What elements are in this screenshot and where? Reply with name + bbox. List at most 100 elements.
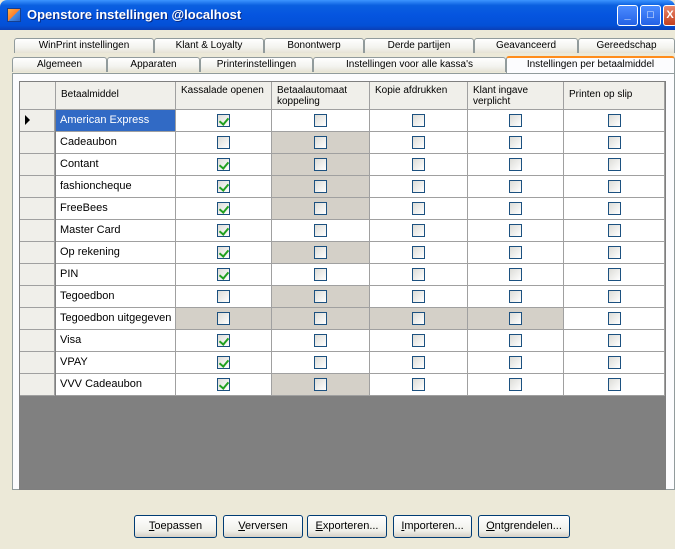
checkbox[interactable] xyxy=(412,136,425,149)
close-button[interactable]: X xyxy=(663,5,675,26)
payment-method-name[interactable]: PIN xyxy=(56,264,176,286)
checkbox[interactable] xyxy=(509,136,522,149)
column-header-printen-op-slip[interactable]: Printen op slip xyxy=(564,82,665,110)
payment-method-name[interactable]: VPAY xyxy=(56,352,176,374)
checkbox[interactable] xyxy=(509,158,522,171)
column-header-kopie-afdrukken[interactable]: Kopie afdrukken xyxy=(370,82,468,110)
checkbox[interactable] xyxy=(509,114,522,127)
checkbox[interactable] xyxy=(509,290,522,303)
row-header[interactable] xyxy=(20,110,55,132)
payment-method-name[interactable]: fashioncheque xyxy=(56,176,176,198)
checkbox[interactable] xyxy=(509,378,522,391)
checkbox[interactable] xyxy=(217,202,230,215)
table-row[interactable]: PIN xyxy=(20,264,665,286)
row-header[interactable] xyxy=(20,242,55,264)
checkbox[interactable] xyxy=(608,202,621,215)
tab-instellingen-per-betaalmiddel[interactable]: Instellingen per betaalmiddel xyxy=(506,56,675,73)
tab-derde-partijen[interactable]: Derde partijen xyxy=(364,38,474,53)
checkbox[interactable] xyxy=(412,312,425,325)
payment-method-name[interactable]: Cadeaubon xyxy=(56,132,176,154)
table-row[interactable]: Master Card xyxy=(20,220,665,242)
checkbox[interactable] xyxy=(217,136,230,149)
checkbox[interactable] xyxy=(608,246,621,259)
payment-method-name[interactable]: Tegoedbon uitgegeven xyxy=(56,308,176,330)
table-row[interactable]: Op rekening xyxy=(20,242,665,264)
toepassen-button[interactable]: Toepassen xyxy=(134,515,217,538)
checkbox[interactable] xyxy=(412,268,425,281)
checkbox[interactable] xyxy=(314,224,327,237)
checkbox[interactable] xyxy=(314,180,327,193)
checkbox[interactable] xyxy=(217,290,230,303)
checkbox[interactable] xyxy=(412,180,425,193)
checkbox[interactable] xyxy=(314,158,327,171)
payment-method-name[interactable]: Master Card xyxy=(56,220,176,242)
checkbox[interactable] xyxy=(314,136,327,149)
checkbox[interactable] xyxy=(509,224,522,237)
exporteren-button[interactable]: Exporteren... xyxy=(307,515,387,538)
checkbox[interactable] xyxy=(608,268,621,281)
checkbox[interactable] xyxy=(412,114,425,127)
row-header[interactable] xyxy=(20,286,55,308)
row-header[interactable] xyxy=(20,330,55,352)
tab-algemeen[interactable]: Algemeen xyxy=(12,57,107,72)
checkbox[interactable] xyxy=(608,290,621,303)
payment-method-name[interactable]: Op rekening xyxy=(56,242,176,264)
payment-method-name[interactable]: VVV Cadeaubon xyxy=(56,374,176,396)
importeren-button[interactable]: Importeren... xyxy=(393,515,472,538)
table-row[interactable]: American Express xyxy=(20,110,665,132)
table-row[interactable]: FreeBees xyxy=(20,198,665,220)
checkbox[interactable] xyxy=(608,114,621,127)
checkbox[interactable] xyxy=(217,180,230,193)
tab-bonontwerp[interactable]: Bonontwerp xyxy=(264,38,364,53)
checkbox[interactable] xyxy=(314,334,327,347)
tab-winprint[interactable]: WinPrint instellingen xyxy=(14,38,154,53)
tab-instellingen-alle-kassas[interactable]: Instellingen voor alle kassa's xyxy=(313,57,506,72)
row-header[interactable] xyxy=(20,176,55,198)
checkbox[interactable] xyxy=(314,378,327,391)
table-row[interactable]: fashioncheque xyxy=(20,176,665,198)
row-header[interactable] xyxy=(20,198,55,220)
table-row[interactable]: VPAY xyxy=(20,352,665,374)
row-header[interactable] xyxy=(20,352,55,374)
table-row[interactable]: Contant xyxy=(20,154,665,176)
checkbox[interactable] xyxy=(217,246,230,259)
payment-method-name[interactable]: American Express xyxy=(56,110,176,132)
checkbox[interactable] xyxy=(608,224,621,237)
verversen-button[interactable]: Verversen xyxy=(223,515,303,538)
table-row[interactable]: Tegoedbon uitgegeven xyxy=(20,308,665,330)
maximize-button[interactable]: □ xyxy=(640,5,661,26)
payment-methods-grid[interactable]: Betaalmiddel Kassalade openen Betaalauto… xyxy=(19,81,666,490)
checkbox[interactable] xyxy=(412,224,425,237)
checkbox[interactable] xyxy=(217,356,230,369)
checkbox[interactable] xyxy=(314,202,327,215)
table-row[interactable]: Visa xyxy=(20,330,665,352)
tab-gereedschap[interactable]: Gereedschap xyxy=(578,38,675,53)
checkbox[interactable] xyxy=(314,114,327,127)
row-header[interactable] xyxy=(20,308,55,330)
checkbox[interactable] xyxy=(509,180,522,193)
checkbox[interactable] xyxy=(608,312,621,325)
payment-method-name[interactable]: Tegoedbon xyxy=(56,286,176,308)
checkbox[interactable] xyxy=(608,334,621,347)
checkbox[interactable] xyxy=(412,334,425,347)
checkbox[interactable] xyxy=(412,356,425,369)
payment-method-name[interactable]: Contant xyxy=(56,154,176,176)
checkbox[interactable] xyxy=(412,378,425,391)
checkbox[interactable] xyxy=(217,114,230,127)
ontgrendelen-button[interactable]: Ontgrendelen... xyxy=(478,515,570,538)
row-header[interactable] xyxy=(20,374,55,396)
table-row[interactable]: Cadeaubon xyxy=(20,132,665,154)
table-row[interactable]: Tegoedbon xyxy=(20,286,665,308)
tab-geavanceerd[interactable]: Geavanceerd xyxy=(474,38,578,53)
checkbox[interactable] xyxy=(608,180,621,193)
tab-printerinstellingen[interactable]: Printerinstellingen xyxy=(200,57,313,72)
table-row[interactable]: VVV Cadeaubon xyxy=(20,374,665,396)
checkbox[interactable] xyxy=(608,136,621,149)
column-header-klant-ingave-verplicht[interactable]: Klant ingave verplicht xyxy=(468,82,564,110)
checkbox[interactable] xyxy=(412,246,425,259)
row-header[interactable] xyxy=(20,264,55,286)
tab-apparaten[interactable]: Apparaten xyxy=(107,57,200,72)
checkbox[interactable] xyxy=(608,378,621,391)
checkbox[interactable] xyxy=(509,356,522,369)
row-header[interactable] xyxy=(20,154,55,176)
